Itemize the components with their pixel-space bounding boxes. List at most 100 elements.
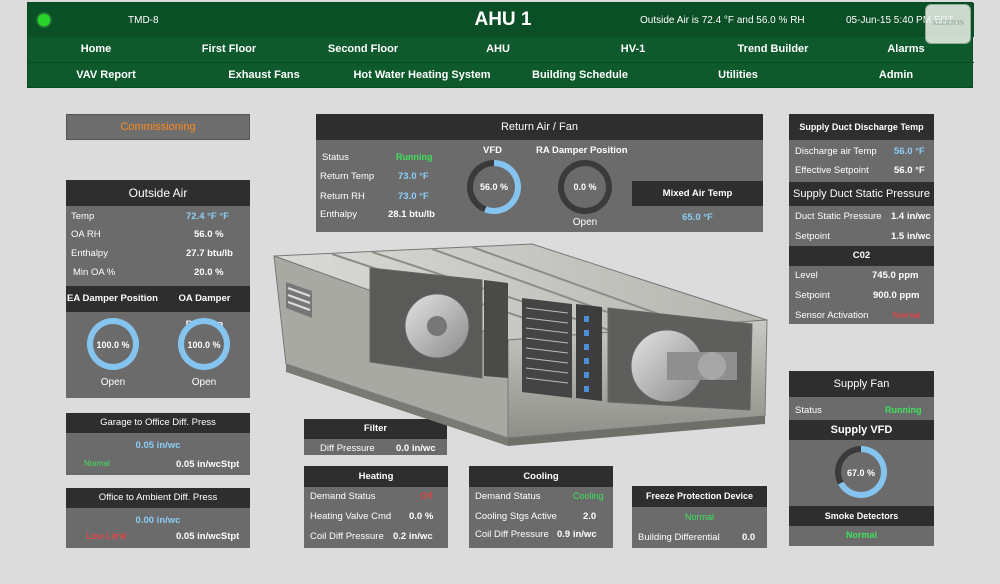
heating-coil-value: 0.2 in/wc — [393, 531, 433, 542]
garage-diff-stpt: 0.05 in/wcStpt — [176, 459, 240, 470]
static-setpoint-value: 1.5 in/wc — [891, 231, 931, 242]
ra-status-label: Status — [322, 152, 349, 163]
office-diff-status: Low Limit — [86, 531, 127, 542]
mixed-air-value: 65.0 °F — [682, 212, 713, 223]
ra-enthalpy-label: Enthalpy — [320, 209, 357, 220]
garage-diff-value: 0.05 in/wc — [135, 440, 181, 451]
supply-fan-panel: Supply Fan Status Running Supply VFD 67.… — [789, 371, 934, 546]
top-navigation-bar: TMD-8 AHU 1 Outside Air is 72.4 °F and 5… — [27, 2, 974, 88]
oa-temp-value: 72.4 °F °F — [186, 211, 229, 222]
duct-static-value: 1.4 in/wc — [891, 211, 931, 222]
nav-row-2: VAV Report Exhaust Fans Hot Water Heatin… — [28, 62, 974, 87]
smoke-detectors-value: Normal — [845, 530, 877, 540]
nav-hv-1[interactable]: HV-1 — [603, 43, 663, 55]
garage-diff-status: Normal — [84, 459, 110, 468]
freeze-status: Normal — [684, 512, 714, 522]
oa-min-value: 20.0 % — [194, 267, 224, 278]
co2-sensor-value: Normal — [893, 310, 921, 320]
effective-setpoint-value: 56.0 °F — [894, 165, 925, 176]
office-diff-panel: Office to Ambient Diff. Press 0.00 in/wc… — [66, 488, 250, 548]
ra-temp-value: 73.0 °F — [398, 171, 429, 182]
co2-setpoint-value: 900.0 ppm — [873, 290, 920, 301]
nav-utilities[interactable]: Utilities — [698, 69, 778, 81]
oa-enthalpy-label: Enthalpy — [71, 248, 108, 259]
supply-vfd-value: 67.0 % — [846, 468, 876, 478]
supply-fan-title: Supply Fan — [789, 371, 934, 397]
nav-home[interactable]: Home — [56, 43, 136, 55]
discharge-temp-label: Discharge air Temp — [795, 146, 877, 157]
smoke-detectors-title: Smoke Detectors — [789, 506, 934, 526]
ra-vfd-value: 56.0 % — [479, 182, 509, 192]
nav-exhaust-fans[interactable]: Exhaust Fans — [214, 69, 314, 81]
oa-enthalpy-value: 27.7 btu/lb — [186, 248, 233, 259]
co2-title: C02 — [789, 246, 934, 266]
nav-vav-report[interactable]: VAV Report — [56, 69, 156, 81]
nav-trend-builder[interactable]: Trend Builder — [723, 43, 823, 55]
oa-temp-label: Temp — [71, 211, 95, 222]
ra-damper-title: RA Damper Position — [536, 145, 628, 156]
cooling-stages-label: Cooling Stgs Active — [475, 511, 557, 522]
ea-damper-state: Open — [100, 377, 126, 388]
nav-ahu[interactable]: AHU — [468, 43, 528, 55]
supply-fan-status-value: Running — [885, 405, 922, 415]
heating-panel: Heating Demand Status Off Heating Valve … — [304, 466, 448, 548]
nav-row-1: Home First Floor Second Floor AHU HV-1 T… — [28, 37, 974, 62]
device-name: TMD-8 — [128, 15, 159, 26]
oa-rh-label: OA RH — [71, 229, 101, 240]
supply-duct-panel: Supply Duct Discharge Temp Discharge air… — [789, 114, 934, 324]
outside-air-title: Outside Air — [66, 180, 250, 206]
oa-damper-value: 100.0 % — [187, 340, 221, 350]
building-diff-label: Building Differential — [638, 532, 720, 543]
effective-setpoint-label: Effective Setpoint — [795, 165, 869, 176]
nav-building-schedule[interactable]: Building Schedule — [520, 69, 640, 81]
heating-valve-label: Heating Valve Cmd — [310, 511, 392, 522]
co2-level-label: Level — [795, 270, 818, 281]
co2-level-value: 745.0 ppm — [872, 270, 919, 281]
damper-header: EA Damper Position OA Damper Position — [66, 286, 250, 330]
cooling-title: Cooling — [469, 466, 613, 487]
status-light-icon — [38, 14, 50, 26]
discharge-temp-value: 56.0 °F — [894, 146, 925, 157]
ra-status-value: Running — [396, 152, 433, 162]
nav-alarms[interactable]: Alarms — [876, 43, 936, 55]
garage-diff-panel: Garage to Office Diff. Press 0.05 in/wc … — [66, 413, 250, 475]
building-diff-value: 0.0 — [742, 532, 756, 543]
cooling-demand-value: Cooling — [573, 491, 604, 501]
return-air-title: Return Air / Fan — [316, 114, 763, 140]
ra-vfd-title: VFD — [483, 145, 502, 156]
header-strip: TMD-8 AHU 1 Outside Air is 72.4 °F and 5… — [28, 3, 974, 37]
heating-coil-label: Coil Diff Pressure — [310, 531, 384, 542]
return-air-panel: Return Air / Fan Status Running Return T… — [316, 114, 763, 232]
heating-valve-value: 0.0 % — [409, 511, 434, 522]
nav-first-floor[interactable]: First Floor — [184, 43, 274, 55]
office-diff-title: Office to Ambient Diff. Press — [66, 488, 250, 508]
static-pressure-title: Supply Duct Static Pressure — [789, 182, 934, 206]
mixed-air-title: Mixed Air Temp — [632, 181, 763, 206]
ea-damper-value: 100.0 % — [96, 340, 130, 350]
nav-hot-water-heating[interactable]: Hot Water Heating System — [342, 69, 502, 81]
heating-title: Heating — [304, 466, 448, 487]
cooling-coil-label: Coil Diff Pressure — [475, 529, 549, 540]
cooling-demand-label: Demand Status — [475, 491, 541, 502]
ra-temp-label: Return Temp — [320, 171, 375, 182]
cooling-stages-value: 2.0 — [583, 511, 597, 522]
co2-setpoint-label: Setpoint — [795, 290, 830, 301]
oa-damper-state: Open — [191, 377, 217, 388]
alerton-logo: ALERTON — [925, 4, 971, 44]
nav-admin[interactable]: Admin — [866, 69, 926, 81]
oa-rh-value: 56.0 % — [194, 229, 224, 240]
outside-air-summary: Outside Air is 72.4 °F and 56.0 % RH — [640, 15, 805, 26]
static-setpoint-label: Setpoint — [795, 231, 830, 242]
ra-rh-value: 73.0 °F — [398, 191, 429, 202]
ra-damper-state: Open — [572, 217, 598, 228]
commissioning-button[interactable]: Commissioning — [66, 114, 250, 140]
supply-duct-title: Supply Duct Discharge Temp — [789, 114, 934, 140]
supply-vfd-title: Supply VFD — [789, 420, 934, 440]
air-handler-unit-image — [273, 243, 768, 446]
cooling-panel: Cooling Demand Status Cooling Cooling St… — [469, 466, 613, 548]
nav-second-floor[interactable]: Second Floor — [318, 43, 408, 55]
ra-enthalpy-value: 28.1 btu/lb — [388, 209, 435, 220]
heating-demand-label: Demand Status — [310, 491, 376, 502]
cooling-coil-value: 0.9 in/wc — [557, 529, 597, 540]
supply-fan-status-label: Status — [795, 405, 822, 416]
